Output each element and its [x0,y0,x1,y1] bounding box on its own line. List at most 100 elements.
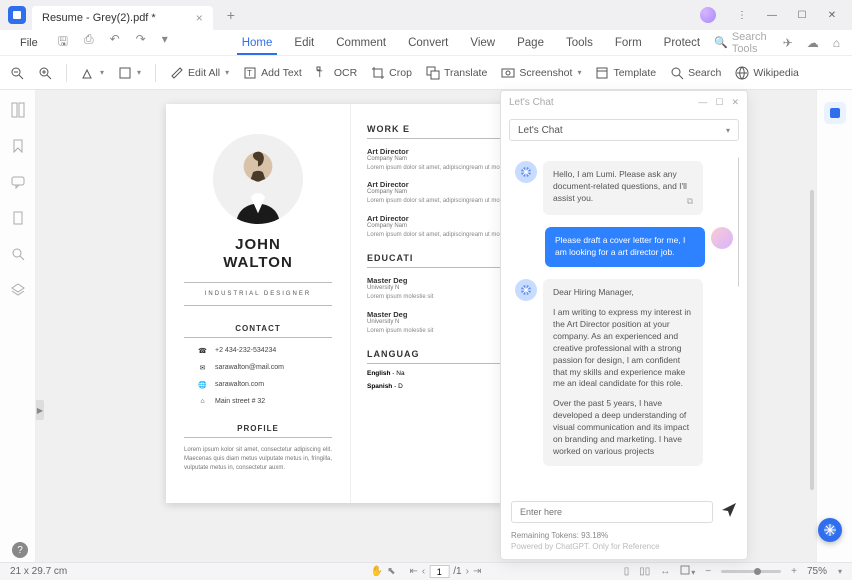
status-bar: 21 x 29.7 cm ✋ ⬉ ⇤ ‹ /1 › ⇥ ▯ ▯▯ ↔ ▾ − +… [0,562,852,580]
phone-icon: ☎ [198,346,207,355]
send-icon[interactable]: ✈ [783,36,793,50]
chat-footer: Remaining Tokens: 93.18% Powered by Chat… [501,527,747,559]
email-icon: ✉ [198,363,207,372]
chat-panel: Let's Chat — ☐ ✕ Let's Chat ▾ Hello, I a… [500,90,748,560]
left-rail [0,90,36,562]
search-panel-icon[interactable] [10,246,26,262]
save-icon[interactable]: 🖫 [58,32,68,53]
app-logo [8,6,26,24]
contact-website: 🌐sarawalton.com [184,380,332,389]
template-button[interactable]: Template [595,66,656,80]
redo-icon[interactable]: ↷ [136,32,146,53]
shape-icon[interactable]: ▾ [118,66,141,80]
svg-text:T: T [247,69,252,78]
zoom-out-icon[interactable] [10,66,24,80]
profile-body: Lorem ipsum kolor sit amet, consectetur … [184,446,332,473]
globe-icon: 🌐 [198,380,207,389]
translate-button[interactable]: Translate [426,66,487,80]
chat-scrollbar[interactable] [738,157,739,287]
chat-message-ai: Dear Hiring Manager, I am writing to exp… [515,279,733,466]
zoom-slider[interactable] [721,570,781,573]
qat-dropdown-icon[interactable]: ▾ [162,32,168,53]
undo-icon[interactable]: ↶ [110,32,120,53]
bookmark-icon[interactable] [10,138,26,154]
new-tab-button[interactable]: + [227,7,235,23]
menu-view[interactable]: View [460,33,505,53]
ai-assistant-button[interactable] [818,518,842,542]
cloud-icon[interactable]: ☁ [807,36,819,50]
chat-close-icon[interactable]: ✕ [731,97,739,108]
menu-bar: File 🖫 ⎙ ↶ ↷ ▾ Home Edit Comment Convert… [0,30,852,56]
right-rail [816,90,852,562]
tab-title: Resume - Grey(2).pdf * [42,12,156,24]
highlight-icon[interactable]: ▾ [81,66,104,80]
chat-input[interactable] [511,501,713,523]
first-page-icon[interactable]: ⇤ [410,566,418,577]
page-number-input[interactable] [429,565,449,578]
menu-convert[interactable]: Convert [398,33,458,53]
menu-page[interactable]: Page [507,33,554,53]
fit-page-icon[interactable]: ▾ [680,565,695,578]
separator [155,64,156,82]
menu-tools[interactable]: Tools [556,33,603,53]
chat-min-icon[interactable]: — [698,97,707,108]
select-tool-icon[interactable]: ⬉ [387,566,395,577]
close-tab-icon[interactable]: × [196,11,203,25]
search-button[interactable]: Search [670,66,721,80]
zoom-in-status-icon[interactable]: + [791,566,797,577]
attachment-icon[interactable] [10,210,26,226]
ai-panel-icon[interactable] [824,102,846,124]
hand-tool-icon[interactable]: ✋ [371,566,383,577]
chat-bubble: Dear Hiring Manager, I am writing to exp… [543,279,703,466]
thumbnails-icon[interactable] [10,102,26,118]
zoom-percent: 75% [807,566,827,577]
chat-mode-dropdown[interactable]: Let's Chat ▾ [509,119,739,141]
print-icon[interactable]: ⎙ [84,32,94,53]
tokens-remaining: Remaining Tokens: 93.18% [511,531,737,540]
maximize-icon[interactable]: ☐ [790,3,814,27]
menu-protect[interactable]: Protect [654,33,710,53]
last-page-icon[interactable]: ⇥ [473,566,481,577]
zoom-dropdown-icon[interactable]: ▾ [838,567,842,576]
crop-button[interactable]: Crop [371,66,412,80]
prev-page-icon[interactable]: ‹ [422,566,425,577]
add-text-button[interactable]: TAdd Text [243,66,302,80]
edit-all-button[interactable]: Edit All▾ [170,66,229,80]
close-window-icon[interactable]: ✕ [820,3,844,27]
expand-panel-handle[interactable]: ▶ [36,400,44,420]
copy-icon[interactable]: ⧉ [687,195,693,208]
vertical-scrollbar[interactable] [810,190,814,490]
fit-width-icon[interactable]: ↔ [660,566,670,577]
contact-address: ⌂Main street # 32 [184,397,332,406]
continuous-icon[interactable]: ▯▯ [639,566,650,577]
next-page-icon[interactable]: › [466,566,469,577]
single-page-icon[interactable]: ▯ [624,566,630,577]
home-icon[interactable]: ⌂ [833,36,840,50]
file-menu[interactable]: File [12,33,46,53]
search-tools-input[interactable]: 🔍 Search Tools [714,31,769,55]
document-tab[interactable]: Resume - Grey(2).pdf * × [32,6,213,30]
menu-home[interactable]: Home [232,33,283,53]
menu-comment[interactable]: Comment [326,33,396,53]
layers-icon[interactable] [10,282,26,298]
user-avatar-icon [711,227,733,249]
wikipedia-button[interactable]: Wikipedia [735,66,799,80]
screenshot-button[interactable]: Screenshot▾ [501,66,581,80]
ai-avatar-icon [515,279,537,301]
resume-name-first: JOHN [184,236,332,254]
send-message-icon[interactable] [721,502,737,523]
chat-max-icon[interactable]: ☐ [715,97,723,108]
menu-edit[interactable]: Edit [284,33,324,53]
minimize-icon[interactable]: — [760,3,784,27]
menu-form[interactable]: Form [605,33,652,53]
user-avatar-icon[interactable] [700,7,716,23]
zoom-out-status-icon[interactable]: − [705,566,711,577]
chat-bubble: Hello, I am Lumi. Please ask any documen… [543,161,703,215]
zoom-in-icon[interactable] [38,66,52,80]
ocr-button[interactable]: TOCR [316,66,357,80]
comment-icon[interactable] [10,174,26,190]
powered-by: Powered by ChatGPT. Only for Reference [511,542,737,551]
more-icon[interactable]: ⋮ [730,3,754,27]
ai-avatar-icon [515,161,537,183]
help-icon[interactable]: ? [12,542,28,558]
